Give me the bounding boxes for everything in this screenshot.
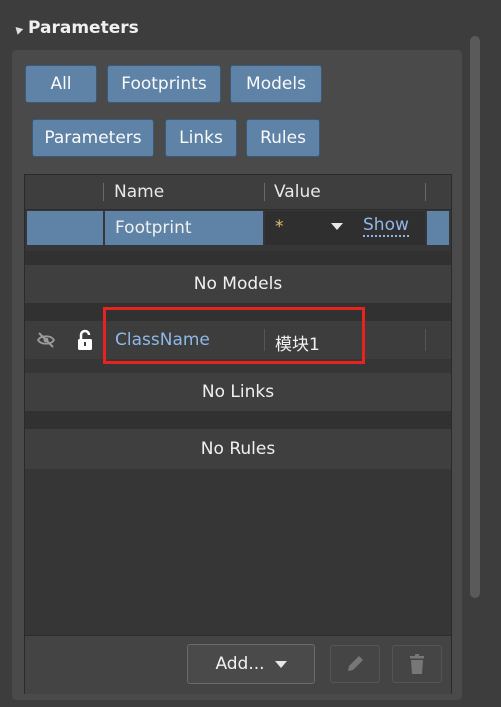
annotation-highlight-box [103, 307, 365, 364]
column-divider[interactable] [103, 183, 104, 201]
show-link[interactable]: Show [363, 215, 409, 237]
column-header-name[interactable]: Name [114, 182, 164, 202]
row-selector-cell[interactable] [27, 211, 103, 245]
unlocked-padlock-icon[interactable] [77, 329, 93, 351]
column-divider[interactable] [425, 183, 426, 201]
parameters-section-header[interactable]: Parameters [12, 16, 139, 40]
edit-button[interactable] [330, 645, 380, 683]
cell-divider [425, 329, 426, 351]
dropdown-arrow-icon[interactable] [331, 223, 343, 230]
visibility-hidden-icon[interactable] [36, 331, 56, 349]
footprint-value: * [275, 217, 284, 237]
trash-icon [410, 654, 424, 674]
row-end-cell [427, 211, 449, 245]
vertical-scrollbar[interactable] [470, 36, 480, 598]
grid-header: Name Value [25, 175, 451, 210]
footprint-name-cell[interactable]: Footprint [105, 211, 263, 245]
no-models-message: No Models [25, 265, 451, 303]
footprint-row[interactable]: Footprint * Show [25, 211, 451, 245]
row-spacer [25, 251, 451, 265]
footprint-value-cell[interactable]: * Show [265, 211, 425, 245]
add-button-label: Add... [215, 654, 265, 674]
pencil-icon [348, 656, 363, 671]
filter-rules-button[interactable]: Rules [246, 119, 320, 157]
filter-models-button[interactable]: Models [230, 65, 322, 103]
parameters-grid: Name Value Footprint * Show No Models Cl… [24, 174, 452, 694]
delete-button[interactable] [392, 645, 442, 683]
collapse-triangle-icon[interactable] [12, 23, 24, 35]
row-spacer [25, 411, 451, 429]
filter-all-button[interactable]: All [25, 65, 97, 103]
no-rules-message: No Rules [25, 429, 451, 469]
no-links-message: No Links [25, 373, 451, 411]
column-divider[interactable] [264, 183, 265, 201]
grid-toolbar: Add... [25, 635, 451, 694]
dropdown-arrow-icon [274, 660, 287, 668]
add-button[interactable]: Add... [187, 644, 315, 684]
column-header-value[interactable]: Value [274, 182, 321, 202]
section-title: Parameters [28, 18, 139, 38]
filter-footprints-button[interactable]: Footprints [107, 65, 221, 103]
filter-parameters-button[interactable]: Parameters [32, 119, 154, 157]
filter-links-button[interactable]: Links [165, 119, 237, 157]
